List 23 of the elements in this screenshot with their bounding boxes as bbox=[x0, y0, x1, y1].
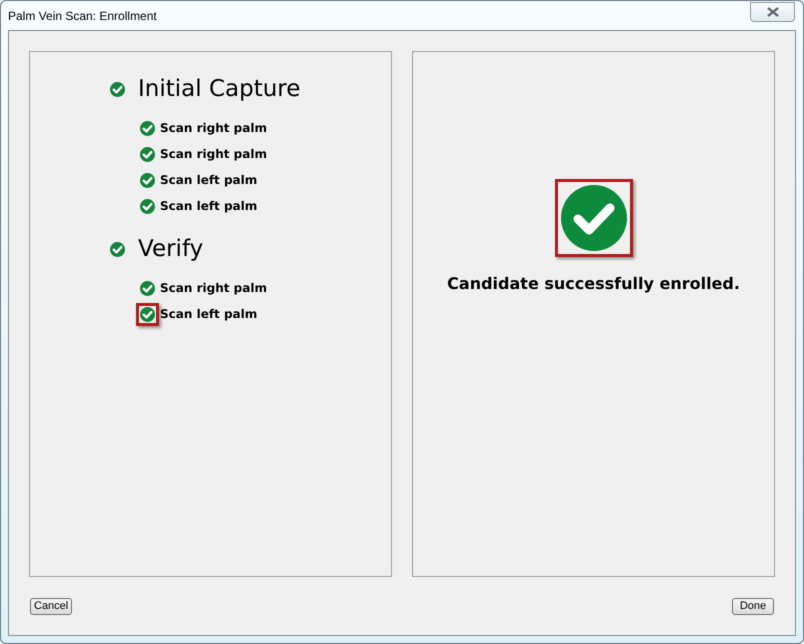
step-label: Scan left palm bbox=[160, 306, 258, 323]
cancel-button[interactable]: Cancel bbox=[30, 598, 72, 615]
done-button[interactable]: Done bbox=[732, 598, 774, 615]
success-message: Candidate successfully enrolled. bbox=[447, 273, 740, 295]
check-icon bbox=[140, 146, 155, 162]
step-label: Scan right palm bbox=[160, 120, 267, 137]
step-label: Scan left palm bbox=[160, 198, 258, 215]
check-icon bbox=[140, 172, 155, 188]
check-icon bbox=[560, 185, 627, 251]
close-icon bbox=[766, 6, 778, 16]
close-button[interactable] bbox=[750, 2, 795, 22]
section-title: Verify bbox=[138, 234, 204, 264]
step-label: Scan right palm bbox=[160, 146, 267, 163]
check-icon bbox=[110, 242, 125, 256]
step-label: Scan left palm bbox=[160, 172, 258, 189]
check-icon bbox=[140, 198, 155, 214]
step-label: Scan right palm bbox=[160, 280, 267, 297]
check-icon bbox=[110, 82, 125, 96]
check-icon bbox=[140, 280, 155, 296]
check-icon bbox=[140, 306, 155, 322]
section-title: Initial Capture bbox=[138, 74, 300, 104]
window-title: Palm Vein Scan: Enrollment bbox=[8, 8, 157, 24]
check-icon bbox=[140, 120, 155, 136]
